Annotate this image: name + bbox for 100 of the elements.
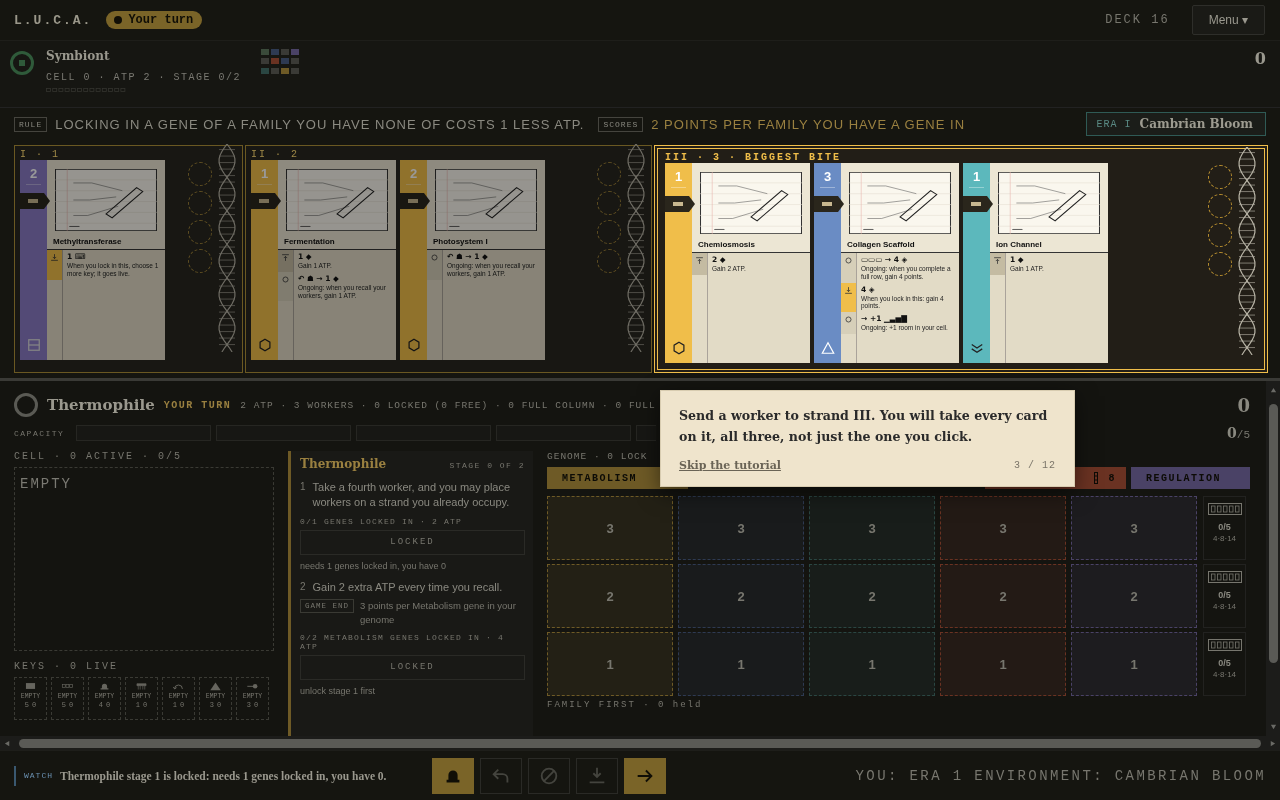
genome-slot[interactable]: 1 — [940, 632, 1066, 696]
family-label: REGULATION — [1146, 472, 1221, 484]
requirement-note: unlock stage 1 first — [300, 685, 377, 696]
card-name: Chemiosmosis — [698, 240, 756, 251]
player-score: 0 — [1237, 394, 1250, 416]
key-icon — [135, 681, 148, 691]
genome-slot[interactable]: 1 — [678, 632, 804, 696]
stage-label: STAGE 0 OF 2 — [449, 461, 525, 470]
requirement-label: 0/1 GENES LOCKED IN · 2 ATP — [300, 516, 464, 526]
strand-label: II · 2 — [251, 149, 300, 160]
game-end-text: 3 points per Metabolism gene in your genome — [360, 599, 517, 627]
strand-label: I · 1 — [20, 149, 61, 160]
stage-text: Take a fourth worker, and you may place workers on a strand you already occupy. — [312, 480, 512, 511]
scoring-text: 2 POINTS PER FAMILY YOU HAVE A GENE IN — [651, 116, 966, 132]
scroll-right-icon[interactable] — [1269, 739, 1276, 747]
row-thresholds: 4·8·14 — [1212, 670, 1237, 679]
family-icon — [257, 338, 272, 352]
genome-slot[interactable]: 1 — [1071, 632, 1197, 696]
deck-count: DECK 16 — [1105, 13, 1170, 27]
step-counter: 3 / 12 — [1014, 459, 1056, 471]
player-stats: 2 ATP · 3 WORKERS · 0 LOCKED (0 FREE) · 0 FULL COLUMN · 0 FULL — [240, 399, 656, 411]
genome-slot[interactable]: 3 — [678, 496, 804, 560]
key-icon — [98, 681, 111, 691]
stage-text: Gain 2 extra ATP every time you recall. — [312, 579, 503, 595]
family-first-label: FAMILY FIRST · 0 held — [547, 700, 704, 710]
genome-slot[interactable]: 3 — [940, 496, 1066, 560]
era-tag: ERA I — [1096, 118, 1132, 130]
row-thresholds: 4·8·14 — [1212, 602, 1237, 611]
rule-tag: RULE — [14, 116, 48, 132]
key-icon — [24, 681, 37, 691]
segment-meter-icon — [1207, 503, 1242, 515]
player-name: Thermophile — [47, 396, 155, 414]
genome-header: GENOME · 0 LOCK — [547, 451, 648, 464]
card-name: Photosystem I — [433, 237, 489, 248]
card-name: Ion Channel — [996, 240, 1043, 251]
requirement-note: needs 1 genes locked in, you have 0 — [300, 560, 448, 571]
genome-slot[interactable]: 3 — [809, 496, 935, 560]
key-icon — [61, 681, 74, 691]
genome-slot[interactable]: 2 — [940, 564, 1066, 628]
cost-label: 3 — [819, 169, 836, 188]
action-button[interactable] — [432, 757, 474, 794]
family-icon — [671, 341, 686, 355]
family-icon — [820, 341, 835, 355]
card-name: Fermentation — [284, 237, 336, 248]
opponent-score: 0 — [1254, 49, 1266, 70]
scroll-left-icon[interactable] — [4, 739, 11, 747]
tag-icon — [814, 196, 844, 212]
family-icon — [406, 338, 421, 352]
watch-tag: WATCH — [24, 771, 53, 780]
genome-slot[interactable]: 1 — [547, 632, 673, 696]
row-count: 0/5 — [1218, 590, 1231, 600]
scores-tag: SCORES — [598, 116, 644, 132]
tag-icon — [251, 193, 281, 209]
card-name: Collagen Scaffold — [847, 240, 916, 251]
row-count: 0/5 — [1218, 658, 1231, 668]
opponent-name: Symbiont — [46, 49, 111, 63]
scrollbar[interactable] — [0, 736, 1280, 750]
genome-slot[interactable]: 3 — [547, 496, 673, 560]
genome-slot[interactable]: 2 — [678, 564, 804, 628]
status-message: Thermophile stage 1 is locked: needs 1 genes locked in, you have 0. — [60, 769, 387, 782]
status-dot-icon — [114, 16, 123, 24]
key-icon — [172, 681, 185, 691]
segment-meter-icon — [1207, 639, 1242, 651]
era-name: Cambrian Bloom — [1139, 117, 1253, 131]
family-label: METABOLISM — [562, 472, 637, 484]
app-logo: L.U.C.A. — [14, 12, 93, 28]
action-button[interactable] — [624, 757, 666, 794]
family-icon — [969, 341, 984, 355]
genome-slot[interactable]: 1 — [809, 632, 935, 696]
requirement-label: 0/2 METABOLISM GENES LOCKED IN · 4 ATP — [300, 632, 506, 651]
card-name: Methyltransferase — [53, 237, 123, 248]
skip-tutorial-link[interactable]: Skip the tutorial — [679, 458, 781, 472]
segment-meter-icon — [1207, 571, 1242, 583]
genome-slot[interactable]: 3 — [1071, 496, 1197, 560]
opponent-stats: CELL 0 · ATP 2 · STAGE 0/2 — [46, 72, 242, 83]
tag-icon — [400, 193, 430, 209]
genome-slot[interactable]: 2 — [809, 564, 935, 628]
genome-slot[interactable]: 2 — [1071, 564, 1197, 628]
scrollbar[interactable] — [1266, 381, 1280, 736]
keys-header: KEYS · 0 LIVE — [14, 661, 118, 674]
tag-icon — [665, 196, 695, 212]
key-icon — [209, 681, 222, 691]
strand-panel[interactable] — [654, 145, 1268, 373]
menu-button[interactable]: Menu ▾ — [1191, 5, 1265, 35]
strand-label: III · 3 · BIGGEST BITE — [665, 152, 843, 163]
tooltip-text: Send a worker to strand III. You will take every card on it, all three, not just the one you click. — [679, 407, 1049, 446]
grip-icon — [1094, 472, 1099, 484]
key-icon — [246, 681, 259, 691]
empty-label: EMPTY — [20, 476, 72, 492]
scroll-up-icon[interactable] — [1269, 387, 1277, 394]
genome-slot[interactable]: 2 — [547, 564, 673, 628]
cost-label: 1 — [670, 169, 687, 188]
family-count: 8 — [1108, 472, 1116, 484]
row-thresholds: 4·8·14 — [1212, 534, 1237, 543]
scroll-down-icon[interactable] — [1269, 723, 1277, 730]
cost-label: 1 — [968, 169, 985, 188]
tag-icon — [20, 193, 50, 209]
stage-number: 2 — [300, 579, 306, 594]
row-count: 0/5 — [1218, 522, 1231, 532]
capacity-count: 0/5 — [1227, 425, 1250, 441]
